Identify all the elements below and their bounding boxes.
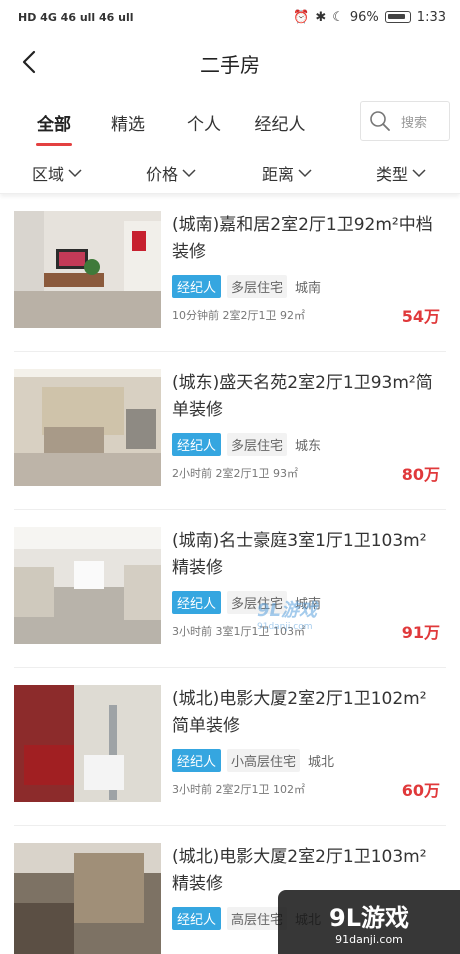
tab-featured[interactable]: 精选 [90,110,166,135]
filter-distance-label: 距离 [262,164,295,184]
listing-price: 60万 [401,781,440,800]
watermark-center-text: 9L游戏 [257,600,317,621]
agent-badge: 经纪人 [172,432,222,456]
back-button[interactable] [16,48,44,76]
listing-tags: 经纪人 多层住宅 城东 [172,432,442,456]
listing-photo [14,527,161,644]
watermark-corner: 9L游戏 91danji.com [278,890,460,954]
chevron-down-icon [68,168,82,177]
listing-price: 80万 [401,465,440,484]
watermark-corner-text: 9L游戏 [329,904,409,932]
chevron-left-icon [22,50,36,74]
listing-info: (城南)嘉和居2室2厅1卫92m²中档装修 经纪人 多层住宅 城南 10分钟前 … [172,212,442,327]
area-tag: 城南 [295,280,322,296]
filter-type-label: 类型 [376,164,409,184]
chevron-down-icon [298,168,312,177]
chevron-down-icon [182,168,196,177]
listing-meta-row: 2小时前 2室2厅1卫 93㎡ 80万 [172,461,442,485]
tabs-row: 全部 精选 个人 经纪人 搜索 [0,92,460,152]
search-placeholder: 搜索 [401,115,428,131]
listing-price: 91万 [401,623,440,642]
listing-price: 54万 [401,307,440,326]
listing-photo [14,843,161,954]
listing-title: (城南)嘉和居2室2厅1卫92m²中档装修 [172,215,433,262]
building-type-tag: 多层住宅 [227,432,288,456]
listing-meta: 3小时前 2室2厅1卫 102㎡ [172,783,305,796]
building-type-tag: 小高层住宅 [227,748,301,772]
area-tag: 城东 [295,438,322,454]
listing-title: (城南)名士豪庭3室1厅1卫103m²精装修 [172,531,427,578]
signal-indicators: HD 4G 46 ull 46 ull [18,11,134,24]
listing-photo [14,369,161,486]
listing-meta-row: 3小时前 2室2厅1卫 102㎡ 60万 [172,777,442,801]
page-title: 二手房 [200,52,260,77]
listing-info: (城北)电影大厦2室2厅1卫102m²简单装修 经纪人 小高层住宅 城北 3小时… [172,686,442,801]
filter-row: 区域 价格 距离 类型 [0,152,460,194]
area-tag: 城北 [308,754,335,770]
listing-meta: 2小时前 2室2厅1卫 93㎡ [172,467,298,480]
listing-title: (城东)盛天名苑2室2厅1卫93m²简单装修 [172,373,433,420]
watermark-center: 9L游戏 91danji.com [257,596,317,632]
agent-badge: 经纪人 [172,274,222,298]
listing-card[interactable]: (城北)电影大厦2室2厅1卫102m²简单装修 经纪人 小高层住宅 城北 3小时… [14,668,446,826]
agent-badge: 经纪人 [172,590,222,614]
listing-card[interactable]: (城南)嘉和居2室2厅1卫92m²中档装修 经纪人 多层住宅 城南 10分钟前 … [14,194,446,352]
watermark-corner-sub: 91danji.com [335,933,403,946]
filter-region-label: 区域 [32,164,65,184]
search-icon [370,111,390,131]
battery-icon [384,11,411,23]
bluetooth-icon: ✱ [315,9,327,25]
building-type-tag: 多层住宅 [227,274,288,298]
filter-price[interactable]: 价格 [146,161,196,185]
listing-card[interactable]: (城南)名士豪庭3室1厅1卫103m²精装修 经纪人 多层住宅 城南 3小时前 … [14,510,446,668]
filter-price-label: 价格 [146,164,179,184]
chevron-down-icon [412,168,426,177]
filter-distance[interactable]: 距离 [262,161,312,185]
battery-percent: 96% [349,9,379,25]
alarm-icon: ⏰ [293,9,310,25]
clock: 1:33 [416,9,446,25]
status-right: ⏰ ✱ ☾ 96% 1:33 [293,10,446,25]
tab-personal[interactable]: 个人 [166,110,242,135]
listing-list: (城南)嘉和居2室2厅1卫92m²中档装修 经纪人 多层住宅 城南 10分钟前 … [0,194,460,954]
listing-meta: 10分钟前 2室2厅1卫 92㎡ [172,309,305,322]
agent-badge: 经纪人 [172,748,222,772]
tab-agent[interactable]: 经纪人 [242,110,318,135]
listing-meta-row: 10分钟前 2室2厅1卫 92㎡ 54万 [172,303,442,327]
filter-region[interactable]: 区域 [32,161,82,185]
header: 二手房 [0,34,460,92]
agent-badge: 经纪人 [172,906,222,930]
status-bar: HD 4G 46 ull 46 ull ⏰ ✱ ☾ 96% 1:33 [0,0,460,34]
listing-tags: 经纪人 多层住宅 城南 [172,274,442,298]
network-status: HD 4G 46 ull 46 ull [18,10,134,24]
listing-card[interactable]: (城东)盛天名苑2室2厅1卫93m²简单装修 经纪人 多层住宅 城东 2小时前 … [14,352,446,510]
tab-all[interactable]: 全部 [18,110,90,135]
filter-type[interactable]: 类型 [376,161,426,185]
watermark-center-sub: 91danji.com [257,622,313,632]
listing-photo [14,685,161,802]
search-input[interactable]: 搜索 [360,101,450,141]
listing-tags: 经纪人 小高层住宅 城北 [172,748,442,772]
listing-info: (城东)盛天名苑2室2厅1卫93m²简单装修 经纪人 多层住宅 城东 2小时前 … [172,370,442,485]
moon-icon: ☾ [332,9,344,25]
listing-photo [14,211,161,328]
listing-title: (城北)电影大厦2室2厅1卫102m²简单装修 [172,689,427,736]
